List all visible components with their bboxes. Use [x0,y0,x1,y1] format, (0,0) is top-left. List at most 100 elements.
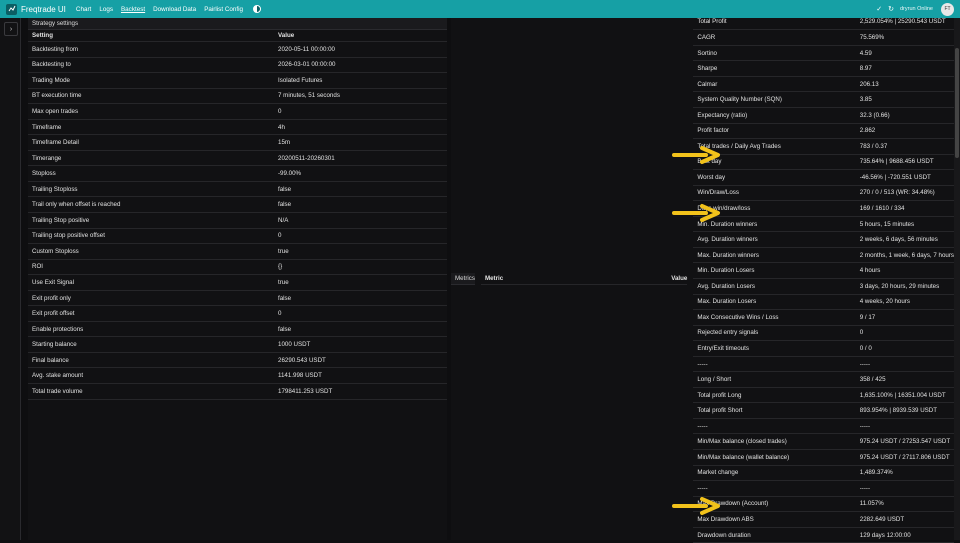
row-label: Total trade volume [28,383,274,400]
nav-download-data[interactable]: Download Data [153,6,196,13]
row-value: 9 / 17 [855,309,954,326]
table-row: Market change 1,489.374% [693,465,954,482]
page-scrollbar[interactable] [954,18,960,540]
strategy-settings-panel: Strategy settings Setting Value Backtest… [28,18,447,540]
table-row: Timeframe Detail 15m [28,134,447,151]
row-label: Exit profit offset [28,305,274,322]
row-label: Starting balance [28,336,274,353]
table-header-row: Metric Value [480,273,688,285]
nav-logs[interactable]: Logs [99,6,113,13]
table-row: Avg. stake amount 1141.998 USDT [28,367,447,385]
row-value: 2,529.054% | 25290.543 USDT [855,14,954,31]
row-label: Timerange [28,150,274,167]
table-row: Exit profit offset 0 [28,305,447,322]
theme-toggle-icon[interactable] [253,5,262,13]
refresh-icon[interactable]: ↻ [888,5,894,13]
row-value: 7 minutes, 51 seconds [274,88,447,105]
table-row: Exit profit only false [28,290,447,307]
row-value: -46.56% | -720.551 USDT [855,169,954,186]
row-value: ----- [855,418,954,435]
row-value: true [274,274,447,291]
column-header-value[interactable]: Value [274,30,447,42]
table-row: Trading Mode Isolated Futures [28,72,447,89]
table-row: Timerange 20200511-20260301 [28,150,447,167]
row-value: 0 [855,325,954,342]
row-value: 2282.649 USDT [855,511,954,528]
arrow-win-draw-loss-icon [672,204,720,222]
row-label: ROI [28,259,274,276]
brand[interactable]: Freqtrade UI [6,3,66,15]
table-row: System Quality Number (SQN) 3.85 [693,91,954,108]
row-label: Rejected entry signals [693,325,856,342]
table-row: Min/Max balance (wallet balance) 975.24 U… [693,449,954,466]
table-row: Total Profit 2,529.054% | 25290.543 USDT [693,14,954,31]
row-label: Total profit Short [693,402,856,419]
row-value: 2026-03-01 00:00:00 [274,57,447,74]
row-value: 26290.543 USDT [274,352,447,369]
row-label: BT execution time [28,88,274,105]
table-row: Long / Short 358 / 425 [693,371,954,388]
table-row: Max Drawdown (Account) 11.057% [693,496,954,513]
table-row: Max Consecutive Wins / Loss 9 / 17 [693,309,954,326]
table-row: Total trades / Daily Avg Trades 783 / 0.3… [693,138,954,155]
column-header-setting[interactable]: Setting [28,30,274,42]
row-label: Calmar [693,76,856,93]
table-row: ----- ----- [693,356,954,373]
table-header-row: Setting Value [28,30,447,42]
table-row: Max Drawdown ABS 2282.649 USDT [693,511,954,528]
row-value: 0 [274,228,447,245]
table-row: Rejected entry signals 0 [693,325,954,342]
row-label: Max. Duration winners [693,247,856,264]
main-nav: Chart Logs Backtest Download Data Pairli… [76,5,262,13]
column-header-value[interactable]: Value [667,273,688,285]
row-label: Sharpe [693,60,856,77]
row-value: N/A [274,212,447,229]
nav-pairlist-config[interactable]: Pairlist Config [204,6,243,13]
user-avatar[interactable]: FT [941,2,954,16]
table-row: Starting balance 1000 USDT [28,336,447,353]
table-row: Best day 735.64% | 9688.456 USDT [693,154,954,171]
row-value: true [274,243,447,260]
row-value: 4 hours [855,262,954,279]
row-label: Backtesting to [28,57,274,74]
row-value: 11.057% [855,496,954,513]
table-row: Backtesting from 2020-05-11 00:00:00 [28,41,447,58]
sidebar-toggle-icon[interactable]: › [4,22,18,36]
row-label: Enable protections [28,321,274,338]
row-label: Min/Max balance (closed trades) [693,433,856,451]
row-label: Stoploss [28,165,274,182]
row-label: ----- [693,480,856,497]
table-row: ----- ----- [693,480,954,497]
row-value: 206.13 [855,76,954,93]
row-value: 3 days, 20 hours, 29 minutes [855,278,954,295]
table-row: Backtesting to 2026-03-01 00:00:00 [28,57,447,74]
row-label: Max. Duration Losers [693,294,856,311]
metrics-table: Metric Value Total Profit 2,529.054% | 25… [480,14,954,543]
row-value: 8.97 [855,60,954,77]
row-value: 5 hours, 15 minutes [855,216,954,233]
arrow-profit-factor-icon [672,146,720,164]
table-row: Total profit Short 893.954% | 8939.539 US… [693,402,954,419]
check-icon[interactable]: ✓ [876,5,882,13]
row-label: Max Consecutive Wins / Loss [693,309,856,326]
row-label: Avg. Duration Losers [693,278,856,295]
nav-backtest[interactable]: Backtest [121,6,145,13]
row-value: Isolated Futures [274,72,447,89]
column-header-metric[interactable]: Metric [480,273,668,285]
row-label: Total profit Long [693,387,856,404]
row-value: 129 days 12:00:00 [855,527,954,543]
scrollbar-thumb[interactable] [955,48,959,158]
row-value: false [274,290,447,307]
row-value: 975.24 USDT / 27253.547 USDT [855,433,954,451]
table-row: Stoploss -99.00% [28,165,447,182]
row-value: 1,635.100% | 16351.004 USDT [855,387,954,404]
nav-chart[interactable]: Chart [76,6,91,13]
row-label: Trailing Stop positive [28,212,274,229]
app-title: Freqtrade UI [21,4,66,14]
row-label: Drawdown duration [693,527,856,543]
row-label: Entry/Exit timeouts [693,340,856,357]
table-row: CAGR 75.569% [693,29,954,46]
row-value: 0 / 0 [855,340,954,357]
row-value: 975.24 USDT / 27117.806 USDT [855,449,954,466]
row-label: Total Profit [693,14,856,31]
